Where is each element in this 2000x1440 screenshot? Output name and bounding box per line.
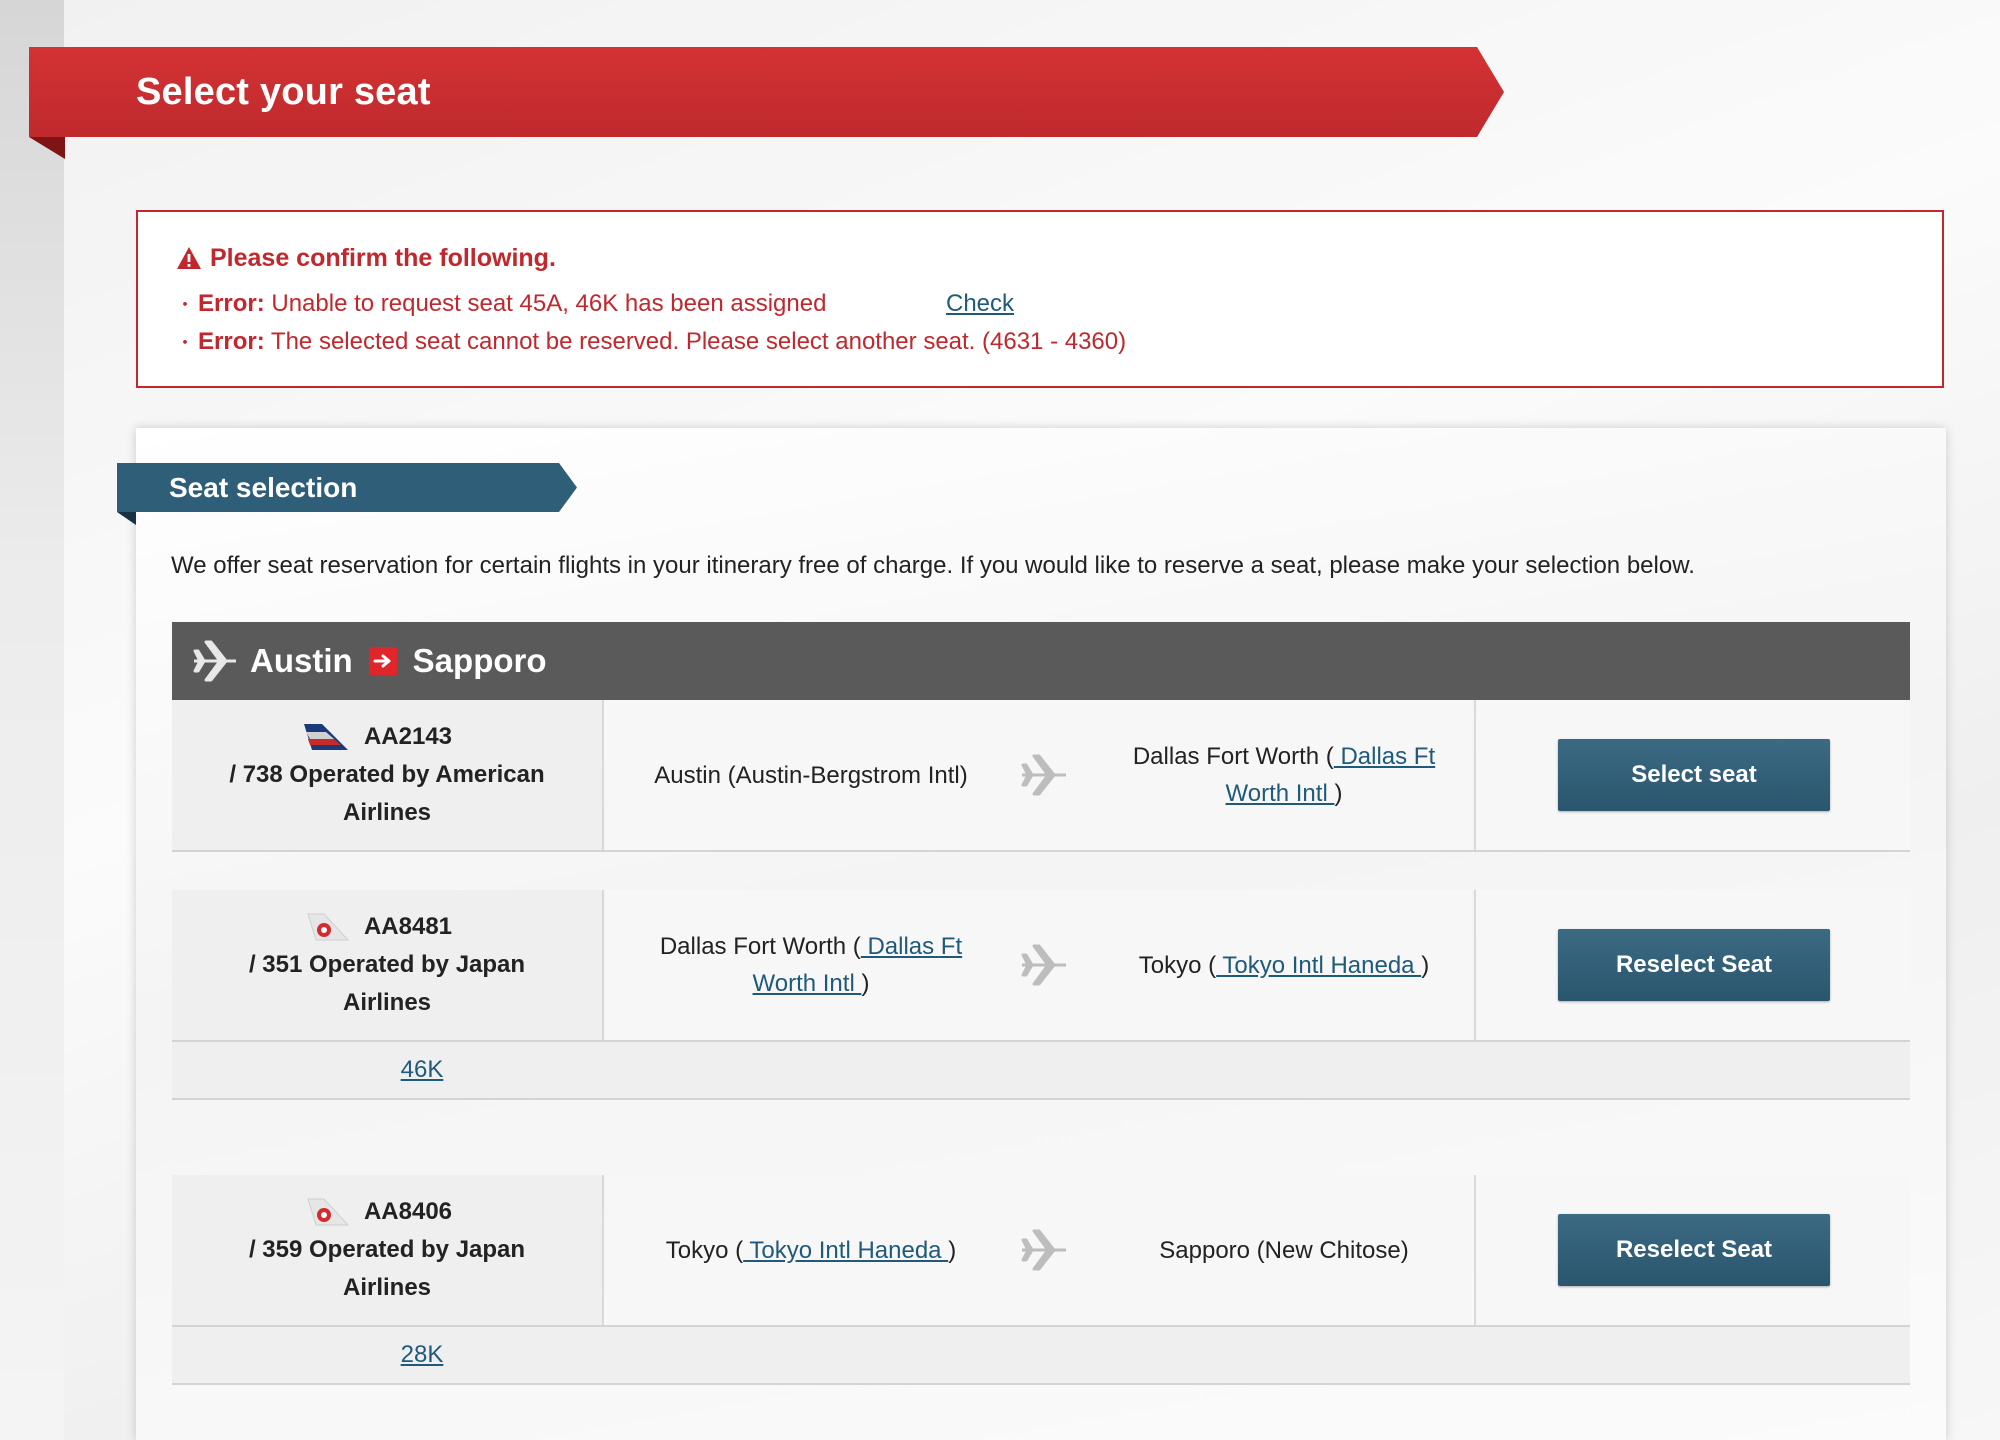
error-text: The selected seat cannot be reserved. Pl… (270, 328, 1127, 355)
segment-cell: Tokyo ( Tokyo Intl Haneda ) Sapporo (New… (606, 1175, 1472, 1325)
airport-link[interactable]: Tokyo Intl Haneda (743, 1237, 948, 1264)
flight-number: AA8481 (363, 913, 453, 940)
seat-number-link[interactable]: 46K (372, 1042, 472, 1098)
operated-by-text: Airlines (342, 989, 432, 1016)
action-cell: Reselect Seat (1474, 890, 1910, 1040)
route-destination: Sapporo (412, 642, 547, 679)
error-item: ・ Error: Unable to request seat 45A, 46K … (176, 290, 827, 317)
section-title: Seat selection (169, 472, 358, 503)
airport-link[interactable]: Worth Intl (1226, 780, 1335, 807)
flight-number: AA2143 (363, 723, 453, 750)
segment-origin: Tokyo ( Tokyo Intl Haneda ) (665, 1236, 957, 1264)
flight-info-cell: AA8481 / 351 Operated by Japan Airlines (172, 890, 604, 1040)
segment-destination: Dallas Fort Worth ( Dallas Ft Worth Intl… (1132, 743, 1436, 807)
warning-icon (177, 247, 201, 269)
segment-destination: Sapporo (New Chitose) (1159, 1236, 1409, 1264)
assigned-seat-row: 28K (172, 1327, 1910, 1385)
flight-row: AA8481 / 351 Operated by Japan Airlines … (172, 890, 1910, 1042)
airplane-icon (1021, 944, 1066, 986)
route-arrow-icon (368, 647, 397, 675)
page-left-strip (0, 0, 64, 1440)
reselect-seat-button[interactable]: Reselect Seat (1558, 1214, 1830, 1286)
route-origin: Austin (250, 642, 353, 679)
airplane-icon (1021, 1229, 1066, 1271)
segment-origin: Austin (Austin-Bergstrom Intl) (654, 761, 968, 789)
error-heading-text: Please confirm the following. (210, 243, 556, 272)
american-airlines-tail-icon (303, 724, 348, 750)
check-link[interactable]: Check (946, 290, 1014, 318)
airport-link[interactable]: Dallas Ft (861, 933, 962, 960)
segment-destination: Tokyo ( Tokyo Intl Haneda ) (1138, 951, 1430, 979)
select-seat-button[interactable]: Select seat (1558, 739, 1830, 811)
reselect-seat-button[interactable]: Reselect Seat (1558, 929, 1830, 1001)
flight-row: AA8406 / 359 Operated by Japan Airlines … (172, 1175, 1910, 1327)
error-item: ・ Error: The selected seat cannot be rese… (176, 328, 1127, 355)
flight-number: AA8406 (363, 1198, 453, 1225)
operated-by-text: Airlines (342, 1274, 432, 1301)
segment-cell: Austin (Austin-Bergstrom Intl) Dallas Fo… (606, 700, 1472, 850)
airport-link[interactable]: Tokyo Intl Haneda (1216, 952, 1421, 979)
action-cell: Select seat (1474, 700, 1910, 850)
airport-link[interactable]: Dallas Ft (1334, 743, 1435, 770)
flight-info-cell: AA2143 / 738 Operated by American Airlin… (172, 700, 604, 850)
operated-by-text: / 351 Operated by Japan (248, 951, 526, 978)
airplane-icon (193, 640, 236, 682)
assigned-seat-row: 46K (172, 1042, 1910, 1100)
segment-cell: Dallas Fort Worth ( Dallas Ft Worth Intl… (606, 890, 1472, 1040)
airplane-icon (1021, 754, 1066, 796)
flight-info-cell: AA8406 / 359 Operated by Japan Airlines (172, 1175, 604, 1325)
airport-link[interactable]: Worth Intl (753, 970, 862, 997)
japan-airlines-tail-icon (307, 913, 350, 941)
page-title: Select your seat (136, 71, 431, 113)
error-heading: Please confirm the following. (176, 242, 556, 274)
route-bar: Austin Sapporo (172, 622, 1910, 700)
operated-by-text: Airlines (342, 799, 432, 826)
seat-number-link[interactable]: 28K (372, 1327, 472, 1383)
action-cell: Reselect Seat (1474, 1175, 1910, 1325)
operated-by-text: / 359 Operated by Japan (248, 1236, 526, 1263)
japan-airlines-tail-icon (307, 1198, 350, 1226)
error-label: Error: (198, 290, 265, 317)
segment-origin: Dallas Fort Worth ( Dallas Ft Worth Intl… (659, 933, 963, 997)
flight-row: AA2143 / 738 Operated by American Airlin… (172, 700, 1910, 852)
error-label: Error: (198, 328, 265, 355)
operated-by-text: / 738 Operated by American (229, 761, 545, 788)
error-text: Unable to request seat 45A, 46K has been… (271, 290, 827, 317)
error-message-box: Please confirm the following. ・ Error: Un… (136, 210, 1944, 388)
intro-text: We offer seat reservation for certain fl… (171, 552, 1695, 579)
